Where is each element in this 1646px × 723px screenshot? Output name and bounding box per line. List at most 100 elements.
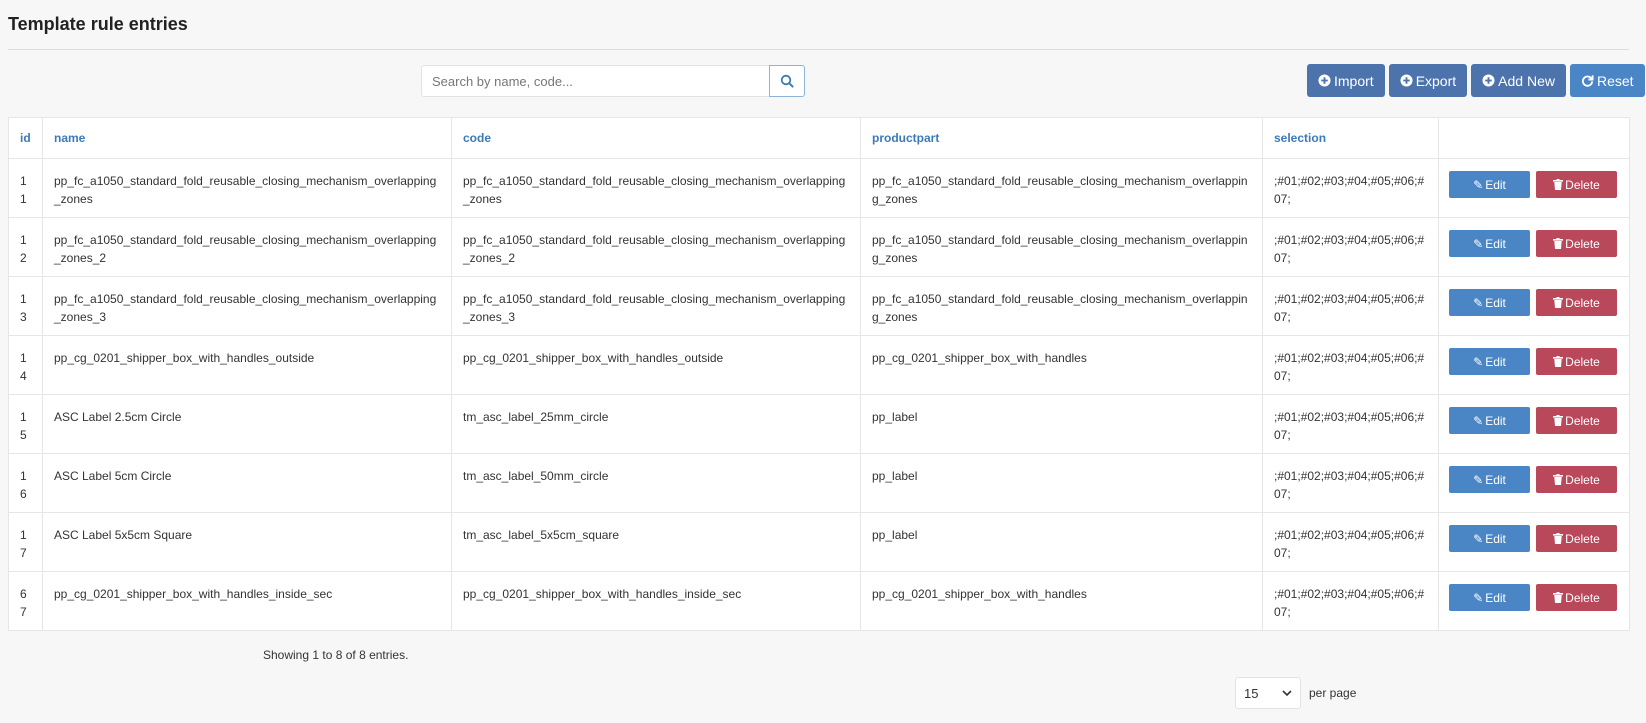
cell-actions: ✎ Edit Delete bbox=[1438, 335, 1630, 395]
cell-productpart: pp_fc_a1050_standard_fold_reusable_closi… bbox=[860, 158, 1263, 218]
table-row: 13 pp_fc_a1050_standard_fold_reusable_cl… bbox=[8, 276, 1630, 336]
edit-label: Edit bbox=[1485, 177, 1506, 192]
delete-label: Delete bbox=[1565, 177, 1600, 192]
cell-selection: ;#01;#02;#03;#04;#05;#06;#07; bbox=[1262, 217, 1439, 277]
delete-label: Delete bbox=[1565, 236, 1600, 251]
import-button[interactable]: Import bbox=[1307, 64, 1385, 97]
pencil-icon: ✎ bbox=[1473, 354, 1484, 369]
edit-label: Edit bbox=[1485, 236, 1506, 251]
cell-selection: ;#01;#02;#03;#04;#05;#06;#07; bbox=[1262, 571, 1439, 631]
trash-icon bbox=[1553, 533, 1564, 544]
cell-id: 15 bbox=[8, 394, 43, 454]
cell-name: pp_fc_a1050_standard_fold_reusable_closi… bbox=[42, 276, 452, 336]
table-row: 15 ASC Label 2.5cm Circle tm_asc_label_2… bbox=[8, 394, 1630, 454]
refresh-icon bbox=[1581, 75, 1594, 87]
delete-button[interactable]: Delete bbox=[1536, 171, 1617, 198]
delete-label: Delete bbox=[1565, 472, 1600, 487]
trash-icon bbox=[1553, 179, 1564, 190]
cell-name: pp_cg_0201_shipper_box_with_handles_insi… bbox=[42, 571, 452, 631]
delete-button[interactable]: Delete bbox=[1536, 466, 1617, 493]
edit-button[interactable]: ✎ Edit bbox=[1449, 525, 1530, 552]
per-page-value: 15 bbox=[1244, 685, 1259, 701]
search-icon bbox=[780, 74, 794, 88]
column-header-productpart[interactable]: productpart bbox=[860, 117, 1263, 159]
edit-button[interactable]: ✎ Edit bbox=[1449, 466, 1530, 493]
edit-button[interactable]: ✎ Edit bbox=[1449, 348, 1530, 375]
edit-button[interactable]: ✎ Edit bbox=[1449, 289, 1530, 316]
cell-name: ASC Label 2.5cm Circle bbox=[42, 394, 452, 454]
cell-selection: ;#01;#02;#03;#04;#05;#06;#07; bbox=[1262, 276, 1439, 336]
cell-actions: ✎ Edit Delete bbox=[1438, 512, 1630, 572]
cell-id: 11 bbox=[8, 158, 43, 218]
cell-id: 16 bbox=[8, 453, 43, 513]
cell-productpart: pp_label bbox=[860, 394, 1263, 454]
cell-code: tm_asc_label_50mm_circle bbox=[451, 453, 861, 513]
search-button[interactable] bbox=[769, 65, 805, 97]
search-bar bbox=[421, 65, 805, 97]
cell-name: pp_fc_a1050_standard_fold_reusable_closi… bbox=[42, 158, 452, 218]
per-page-select[interactable]: 15 bbox=[1235, 677, 1301, 709]
pencil-icon: ✎ bbox=[1473, 177, 1484, 192]
plus-circle-icon bbox=[1400, 74, 1413, 87]
delete-button[interactable]: Delete bbox=[1536, 230, 1617, 257]
add-new-button[interactable]: Add New bbox=[1471, 64, 1566, 97]
delete-label: Delete bbox=[1565, 295, 1600, 310]
pencil-icon: ✎ bbox=[1473, 295, 1484, 310]
edit-label: Edit bbox=[1485, 295, 1506, 310]
reset-label: Reset bbox=[1596, 72, 1634, 89]
delete-label: Delete bbox=[1565, 531, 1600, 546]
edit-button[interactable]: ✎ Edit bbox=[1449, 171, 1530, 198]
delete-button[interactable]: Delete bbox=[1536, 289, 1617, 316]
table-row: 16 ASC Label 5cm Circle tm_asc_label_50m… bbox=[8, 453, 1630, 513]
edit-button[interactable]: ✎ Edit bbox=[1449, 584, 1530, 611]
column-header-actions bbox=[1438, 117, 1630, 159]
entries-table: id name code productpart selection 11 pp… bbox=[8, 117, 1630, 631]
cell-id: 17 bbox=[8, 512, 43, 572]
column-header-selection[interactable]: selection bbox=[1262, 117, 1439, 159]
per-page-label: per page bbox=[1309, 686, 1357, 700]
cell-code: pp_cg_0201_shipper_box_with_handles_outs… bbox=[451, 335, 861, 395]
table-header-row: id name code productpart selection bbox=[8, 117, 1630, 159]
delete-button[interactable]: Delete bbox=[1536, 407, 1617, 434]
column-header-name[interactable]: name bbox=[42, 117, 452, 159]
cell-productpart: pp_cg_0201_shipper_box_with_handles bbox=[860, 571, 1263, 631]
export-label: Export bbox=[1415, 72, 1457, 89]
toolbar: Import Export Add New Reset bbox=[1307, 64, 1645, 97]
trash-icon bbox=[1553, 356, 1564, 367]
reset-button[interactable]: Reset bbox=[1569, 64, 1645, 97]
table-row: 14 pp_cg_0201_shipper_box_with_handles_o… bbox=[8, 335, 1630, 395]
pencil-icon: ✎ bbox=[1473, 590, 1484, 605]
cell-code: pp_fc_a1050_standard_fold_reusable_closi… bbox=[451, 158, 861, 218]
edit-label: Edit bbox=[1485, 354, 1506, 369]
cell-actions: ✎ Edit Delete bbox=[1438, 394, 1630, 454]
cell-productpart: pp_cg_0201_shipper_box_with_handles bbox=[860, 335, 1263, 395]
cell-productpart: pp_fc_a1050_standard_fold_reusable_closi… bbox=[860, 276, 1263, 336]
cell-selection: ;#01;#02;#03;#04;#05;#06;#07; bbox=[1262, 158, 1439, 218]
page-title: Template rule entries bbox=[8, 14, 188, 34]
search-input[interactable] bbox=[421, 65, 769, 97]
pagination-info: Showing 1 to 8 of 8 entries. bbox=[263, 648, 409, 662]
add-new-label: Add New bbox=[1498, 72, 1555, 89]
cell-productpart: pp_fc_a1050_standard_fold_reusable_closi… bbox=[860, 217, 1263, 277]
cell-selection: ;#01;#02;#03;#04;#05;#06;#07; bbox=[1262, 394, 1439, 454]
delete-button[interactable]: Delete bbox=[1536, 348, 1617, 375]
cell-productpart: pp_label bbox=[860, 512, 1263, 572]
cell-actions: ✎ Edit Delete bbox=[1438, 276, 1630, 336]
cell-selection: ;#01;#02;#03;#04;#05;#06;#07; bbox=[1262, 512, 1439, 572]
plus-circle-icon bbox=[1318, 74, 1331, 87]
export-button[interactable]: Export bbox=[1388, 64, 1468, 97]
delete-button[interactable]: Delete bbox=[1536, 525, 1617, 552]
delete-label: Delete bbox=[1565, 413, 1600, 428]
edit-button[interactable]: ✎ Edit bbox=[1449, 407, 1530, 434]
cell-actions: ✎ Edit Delete bbox=[1438, 571, 1630, 631]
pencil-icon: ✎ bbox=[1473, 531, 1484, 546]
column-header-id[interactable]: id bbox=[8, 117, 43, 159]
cell-code: pp_cg_0201_shipper_box_with_handles_insi… bbox=[451, 571, 861, 631]
edit-label: Edit bbox=[1485, 590, 1506, 605]
edit-label: Edit bbox=[1485, 472, 1506, 487]
edit-button[interactable]: ✎ Edit bbox=[1449, 230, 1530, 257]
cell-actions: ✎ Edit Delete bbox=[1438, 158, 1630, 218]
cell-name: ASC Label 5cm Circle bbox=[42, 453, 452, 513]
delete-button[interactable]: Delete bbox=[1536, 584, 1617, 611]
column-header-code[interactable]: code bbox=[451, 117, 861, 159]
